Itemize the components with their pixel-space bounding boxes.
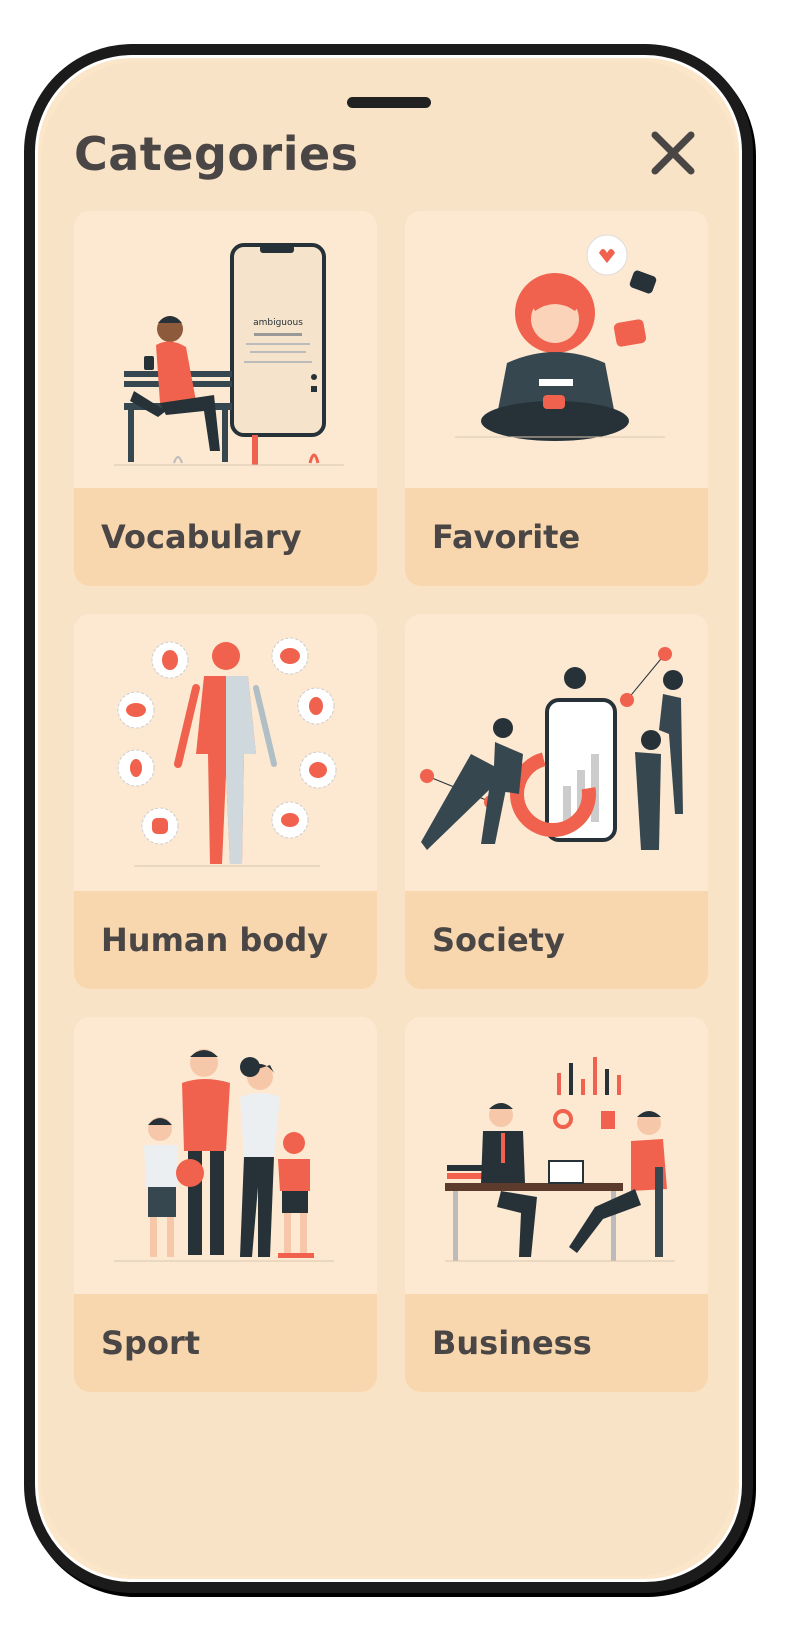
category-label: Vocabulary [74, 488, 377, 586]
categories-screen: Categories ambiguous Vocabulary Favorite… [41, 61, 736, 1576]
close-button[interactable] [645, 125, 701, 181]
phone-word: ambiguous [253, 318, 303, 328]
category-label: Human body [74, 891, 377, 989]
favorite-illustration [405, 211, 708, 488]
category-label: Favorite [405, 488, 708, 586]
human-body-illustration [74, 614, 377, 891]
drag-handle[interactable] [346, 97, 431, 108]
category-grid: ambiguous Vocabulary Favorite Human body… [74, 211, 710, 1392]
category-card-vocabulary[interactable]: ambiguous Vocabulary [74, 211, 377, 586]
category-label: Business [405, 1294, 708, 1392]
close-icon [651, 131, 695, 175]
category-card-society[interactable]: Society [405, 614, 708, 989]
society-illustration [405, 614, 708, 891]
sport-illustration [74, 1017, 377, 1294]
category-label: Sport [74, 1294, 377, 1392]
category-card-favorite[interactable]: Favorite [405, 211, 708, 586]
category-label: Society [405, 891, 708, 989]
page-title: Categories [74, 127, 359, 181]
category-card-human-body[interactable]: Human body [74, 614, 377, 989]
phone-frame: Categories ambiguous Vocabulary Favorite… [24, 44, 753, 1593]
business-illustration [405, 1017, 708, 1294]
category-card-sport[interactable]: Sport [74, 1017, 377, 1392]
category-card-business[interactable]: Business [405, 1017, 708, 1392]
vocabulary-illustration: ambiguous [74, 211, 377, 488]
